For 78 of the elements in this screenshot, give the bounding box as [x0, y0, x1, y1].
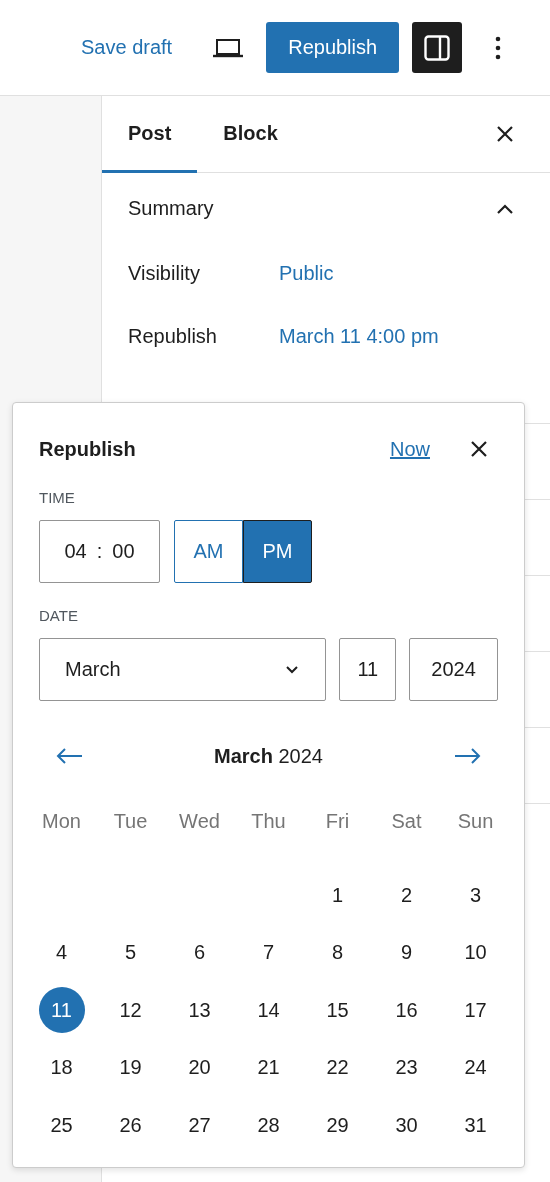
panel-title: Summary	[128, 197, 214, 220]
sidebar-panel-icon	[424, 34, 451, 61]
calendar-day[interactable]: 23	[383, 1044, 430, 1091]
calendar-day[interactable]: 19	[107, 1044, 154, 1091]
calendar-day[interactable]: 2	[383, 872, 430, 919]
calendar-day[interactable]: 4	[38, 929, 85, 976]
calendar-day[interactable]: 12	[107, 987, 154, 1034]
calendar-month-title: March 2024	[214, 744, 323, 768]
section-label: TIME	[39, 489, 76, 506]
calendar-day[interactable]: 16	[383, 987, 430, 1034]
hours-value: 04	[64, 540, 87, 563]
calendar-day[interactable]: 7	[245, 929, 292, 976]
arrow-left-icon	[55, 747, 83, 765]
close-button[interactable]	[470, 440, 488, 458]
calendar-day[interactable]: 11	[38, 987, 85, 1034]
calendar-day[interactable]: 28	[245, 1102, 292, 1149]
close-icon	[496, 125, 514, 143]
day-input[interactable]: 11	[339, 638, 397, 701]
next-month-button[interactable]	[454, 747, 482, 765]
calendar-day[interactable]: 5	[107, 929, 154, 976]
more-options-button[interactable]	[495, 35, 502, 60]
calendar-day[interactable]: 21	[245, 1044, 292, 1091]
calendar-day[interactable]: 31	[452, 1102, 499, 1149]
laptop-icon	[212, 37, 245, 58]
close-icon	[470, 440, 488, 458]
field-value-link[interactable]: Public	[279, 262, 334, 285]
sidebar-tab[interactable]: Post	[102, 96, 198, 173]
weekday-label: Sat	[390, 809, 423, 833]
weekday-label: Wed	[178, 809, 221, 833]
calendar-day[interactable]: 13	[176, 987, 223, 1034]
calendar-day[interactable]: 30	[383, 1102, 430, 1149]
weekday-label: Tue	[112, 809, 149, 833]
calendar-day[interactable]: 17	[452, 987, 499, 1034]
arrow-right-icon	[454, 747, 482, 765]
field-label: Republish	[128, 325, 218, 348]
vertical-dots-icon	[495, 35, 502, 60]
sidebar-tab[interactable]: Block	[197, 96, 304, 173]
time-input[interactable]: 04 : 00	[39, 520, 160, 583]
minutes-value: 00	[112, 540, 135, 563]
weekday-label: Sun	[456, 809, 495, 833]
summary-panel-header[interactable]: Summary	[102, 173, 550, 244]
weekday-label: Mon	[41, 809, 82, 833]
calendar-day[interactable]: 6	[176, 929, 223, 976]
weekday-label: Fri	[324, 809, 351, 833]
meridiem-toggle[interactable]: PM	[243, 520, 312, 583]
calendar-day[interactable]: 9	[383, 929, 430, 976]
calendar-day[interactable]: 24	[452, 1044, 499, 1091]
calendar-day[interactable]: 14	[245, 987, 292, 1034]
meridiem-toggle[interactable]: AM	[174, 520, 243, 583]
sidebar-toggle-button[interactable]	[412, 22, 463, 73]
month-select[interactable]: March	[39, 638, 327, 701]
calendar-day[interactable]: 20	[176, 1044, 223, 1091]
field-value-link[interactable]: March 11 4:00 pm	[279, 325, 439, 348]
calendar-day[interactable]: 1	[314, 872, 361, 919]
calendar-day[interactable]: 29	[314, 1102, 361, 1149]
calendar-day[interactable]: 27	[176, 1102, 223, 1149]
calendar-day[interactable]: 15	[314, 987, 361, 1034]
year-input[interactable]: 2024	[409, 638, 498, 701]
time-separator: :	[96, 540, 103, 563]
weekday-label: Thu	[250, 809, 287, 833]
calendar-day[interactable]: 3	[452, 872, 499, 919]
republish-button[interactable]: Republish	[266, 22, 400, 73]
field-label: Visibility	[128, 262, 201, 285]
save-draft-link[interactable]: Save draft	[81, 36, 173, 59]
now-link[interactable]: Now	[390, 437, 430, 461]
section-label: DATE	[39, 607, 79, 624]
calendar-day[interactable]: 18	[38, 1044, 85, 1091]
previous-month-button[interactable]	[55, 747, 83, 765]
calendar-day[interactable]: 25	[38, 1102, 85, 1149]
calendar-day[interactable]: 10	[452, 929, 499, 976]
calendar-day[interactable]: 22	[314, 1044, 361, 1091]
chevron-up-icon	[496, 202, 514, 215]
preview-button[interactable]	[212, 37, 245, 58]
chevron-down-icon	[285, 665, 300, 674]
calendar-day[interactable]: 26	[107, 1102, 154, 1149]
month-value: March	[65, 658, 121, 681]
popover-title: Republish	[39, 437, 136, 461]
calendar-day[interactable]: 8	[314, 929, 361, 976]
